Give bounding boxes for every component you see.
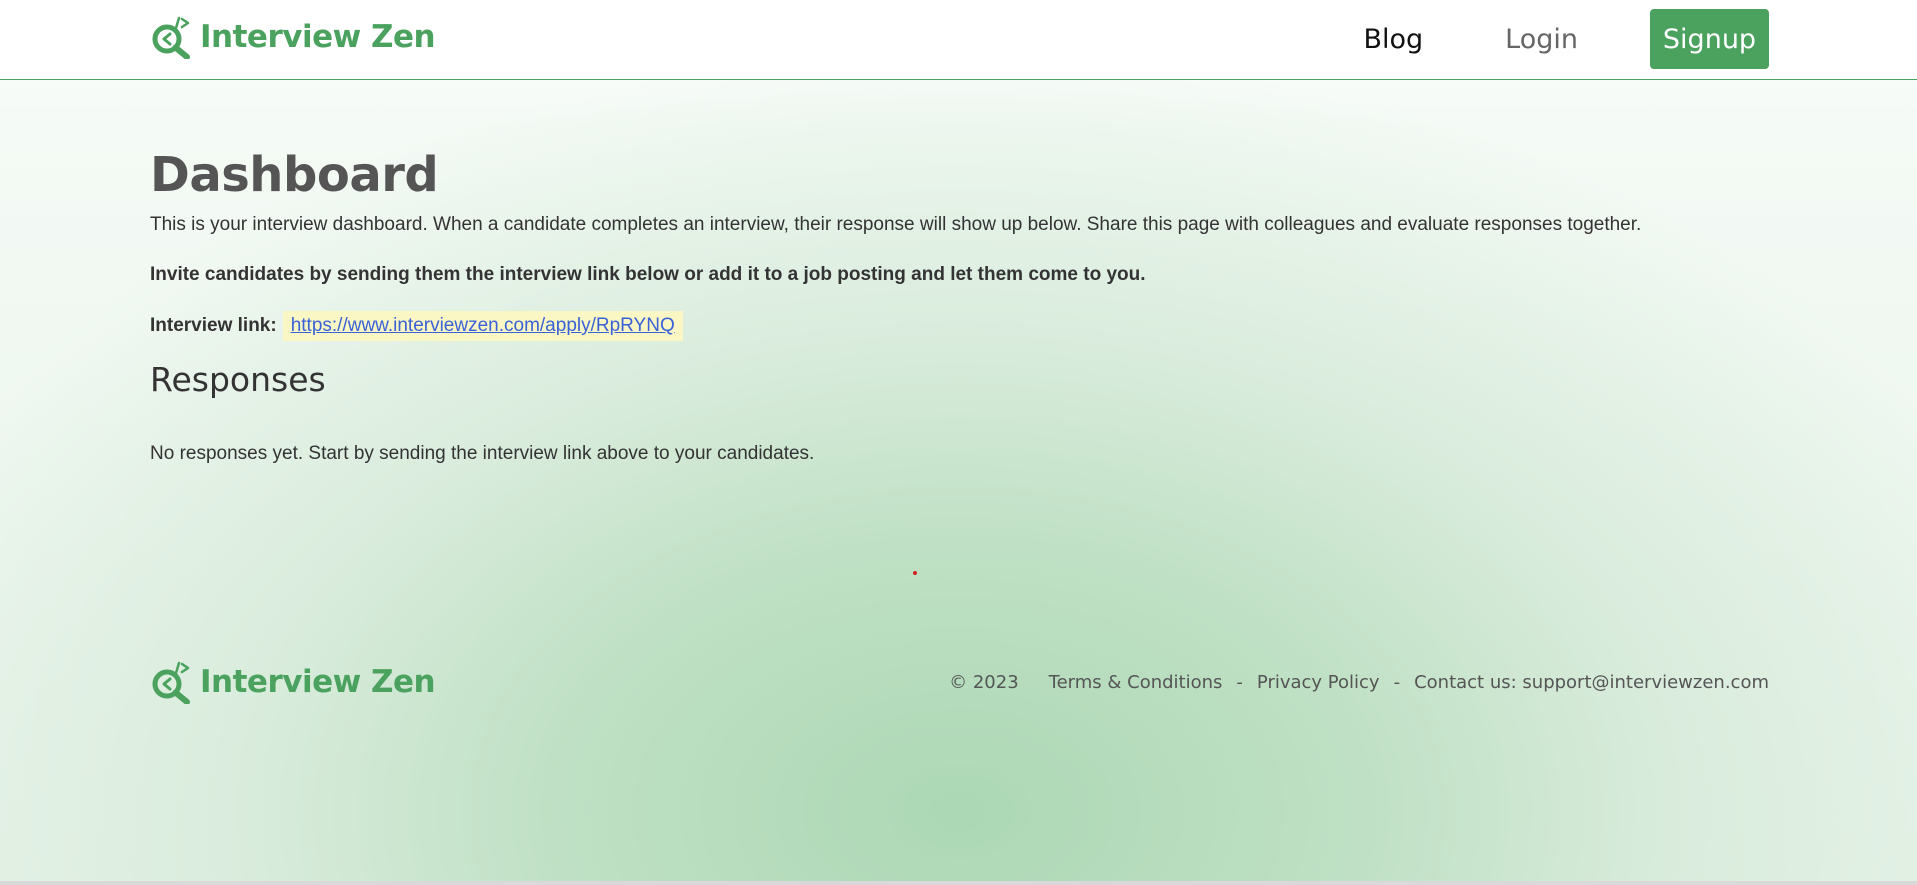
interview-link-row: Interview link: https://www.interviewzen… [150,311,1770,341]
interview-link-label: Interview link: [150,315,277,336]
responses-heading: Responses [150,360,326,399]
page-title: Dashboard [150,147,439,203]
footer-separator: - [1393,672,1401,693]
privacy-link[interactable]: Privacy Policy [1257,672,1380,693]
window-bottom-border [0,881,1917,885]
interview-link[interactable]: https://www.interviewzen.com/apply/RpRYN… [282,311,683,341]
logo-text: Interview Zen [200,19,436,55]
copyright: © 2023 [949,672,1019,693]
header: Interview Zen Blog Login Signup [0,0,1917,80]
invite-instructions: Invite candidates by sending them the in… [150,264,1146,285]
footer-logo[interactable]: Interview Zen [150,660,436,705]
footer-links: © 2023 Terms & Conditions - Privacy Poli… [949,672,1769,693]
header-logo[interactable]: Interview Zen [150,15,436,60]
magnifier-code-icon [150,660,194,705]
nav-login-link[interactable]: Login [1505,24,1578,55]
terms-link[interactable]: Terms & Conditions [1049,672,1223,693]
signup-button[interactable]: Signup [1650,9,1769,69]
logo-text: Interview Zen [200,664,436,700]
top-nav: Blog Login Signup [1363,9,1769,69]
contact-link[interactable]: Contact us: support@interviewzen.com [1414,672,1769,693]
footer-separator: - [1236,672,1243,693]
no-responses-message: No responses yet. Start by sending the i… [150,443,815,464]
dashboard-intro: This is your interview dashboard. When a… [150,214,1642,235]
cursor-dot [913,571,917,575]
nav-blog-link[interactable]: Blog [1363,24,1423,55]
main-content: Dashboard This is your interview dashboa… [150,145,1770,468]
magnifier-code-icon [150,15,194,60]
page: Interview Zen Blog Login Signup Dashboar… [0,0,1917,882]
